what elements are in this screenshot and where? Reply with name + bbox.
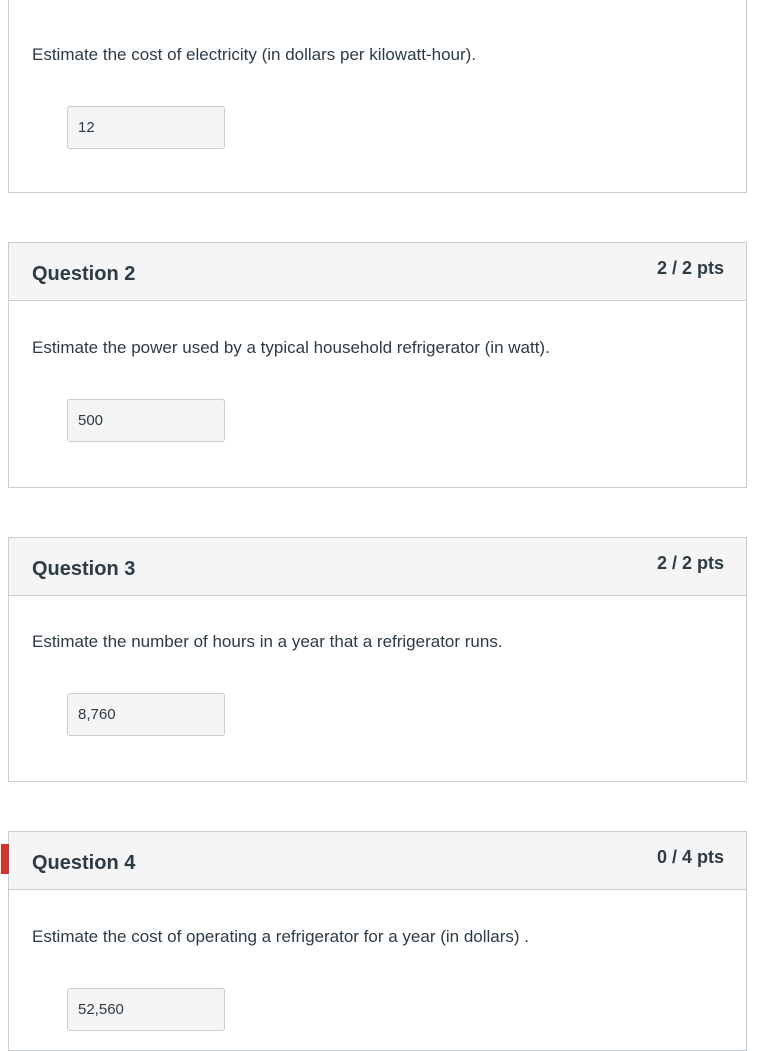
question-title: Question 4 (32, 852, 136, 874)
answer-field[interactable]: 500 (67, 399, 225, 442)
question-points: 0 / 4 pts (656, 847, 724, 867)
question-title: Question 3 (32, 558, 136, 580)
answer-field[interactable]: 12 (67, 106, 225, 149)
question-3-card: Question 3 2 / 2 pts Estimate the number… (8, 537, 747, 782)
question-text: Estimate the cost of electricity (in dol… (32, 45, 477, 64)
question-4-card: Question 4 0 / 4 pts Estimate the cost o… (1, 831, 747, 1051)
answer-field[interactable]: 8,760 (67, 693, 225, 736)
question-points: 2 / 2 pts (656, 553, 724, 573)
question-header: Question 3 2 / 2 pts (9, 538, 746, 596)
question-text: Estimate the power used by a typical hou… (32, 338, 550, 357)
answer-field[interactable]: 52,560 (67, 988, 225, 1031)
question-1-card: Estimate the cost of electricity (in dol… (8, 0, 747, 193)
question-text: Estimate the cost of operating a refrige… (32, 927, 530, 946)
question-title: Question 2 (32, 263, 136, 285)
question-header: Question 2 2 / 2 pts (9, 243, 746, 301)
question-2-card: Question 2 2 / 2 pts Estimate the power … (8, 242, 747, 488)
question-header: Question 4 0 / 4 pts (9, 832, 746, 890)
question-points: 2 / 2 pts (656, 258, 724, 278)
question-text: Estimate the number of hours in a year t… (32, 632, 503, 651)
